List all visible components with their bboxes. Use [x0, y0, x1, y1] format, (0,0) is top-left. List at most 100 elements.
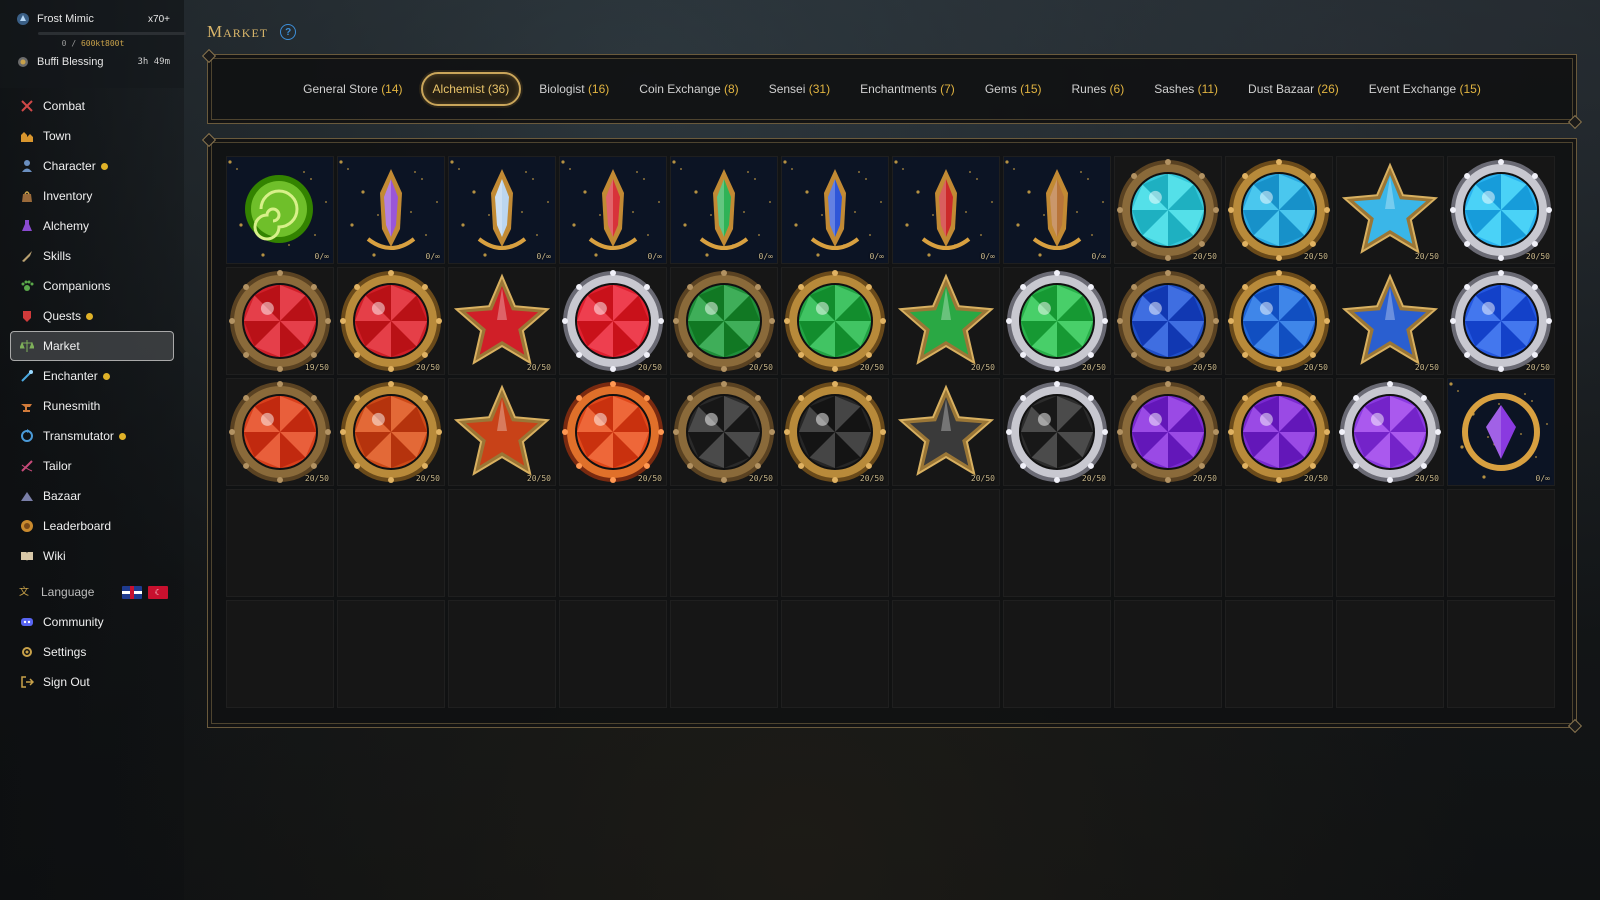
- empty-item-slot: [448, 600, 556, 708]
- tab-event-exchange[interactable]: Event Exchange (15): [1357, 72, 1493, 106]
- nav-label: Enchanter: [43, 369, 98, 383]
- tab-label: Sashes: [1154, 82, 1195, 96]
- tab-alchemist[interactable]: Alchemist (36): [420, 72, 522, 106]
- market-item-slot[interactable]: 20/50: [559, 378, 667, 486]
- nav-label: Language: [41, 585, 95, 599]
- flag-tr-icon[interactable]: ☾: [148, 585, 169, 599]
- market-item-slot[interactable]: 20/50: [1003, 378, 1111, 486]
- market-item-slot[interactable]: 20/50: [226, 378, 334, 486]
- nav-item-inventory[interactable]: Inventory: [10, 181, 174, 211]
- market-item-slot[interactable]: 20/50: [559, 267, 667, 375]
- nav-item-alchemy[interactable]: Alchemy: [10, 211, 174, 241]
- nav-item-market[interactable]: Market: [10, 331, 174, 361]
- flag-uk-icon[interactable]: [122, 585, 143, 599]
- nav-item-community[interactable]: Community: [10, 607, 174, 637]
- nav-label: Runesmith: [43, 399, 101, 413]
- market-item-slot[interactable]: 20/50: [1447, 267, 1555, 375]
- market-item-slot[interactable]: 20/50: [1114, 156, 1222, 264]
- tab-coin-exchange[interactable]: Coin Exchange (8): [627, 72, 750, 106]
- market-item-slot[interactable]: 20/50: [1003, 267, 1111, 375]
- market-item-slot[interactable]: 20/50: [670, 378, 778, 486]
- tab-gems[interactable]: Gems (15): [973, 72, 1054, 106]
- nav-item-bazaar[interactable]: Bazaar: [10, 481, 174, 511]
- market-item-slot[interactable]: 0/∞: [670, 156, 778, 264]
- pet-panel[interactable]: Frost Mimic x70+ 0 / 600kt800t Buffi Ble…: [0, 0, 186, 88]
- empty-item-slot: [1114, 489, 1222, 597]
- market-item-slot[interactable]: 20/50: [892, 267, 1000, 375]
- item-quantity: 20/50: [415, 474, 440, 483]
- tab-sashes[interactable]: Sashes (11): [1142, 72, 1230, 106]
- nav-item-character[interactable]: Character: [10, 151, 174, 181]
- notification-dot: [86, 312, 94, 320]
- item-quantity: 20/50: [970, 363, 995, 372]
- nav-item-quests[interactable]: Quests: [10, 301, 174, 331]
- nav-item-companions[interactable]: Companions: [10, 271, 174, 301]
- market-item-slot[interactable]: 0/∞: [892, 156, 1000, 264]
- market-item-slot[interactable]: 20/50: [448, 378, 556, 486]
- market-item-slot[interactable]: 20/50: [337, 378, 445, 486]
- nav-item-transmutator[interactable]: Transmutator: [10, 421, 174, 451]
- market-item-slot[interactable]: 20/50: [1447, 156, 1555, 264]
- nav-item-sign-out[interactable]: Sign Out: [10, 667, 174, 697]
- market-item-slot[interactable]: 0/∞: [337, 156, 445, 264]
- market-item-slot[interactable]: 20/50: [1114, 378, 1222, 486]
- nav-item-tailor[interactable]: Tailor: [10, 451, 174, 481]
- market-item-slot[interactable]: 0/∞: [781, 156, 889, 264]
- market-item-slot[interactable]: 20/50: [892, 378, 1000, 486]
- market-item-slot[interactable]: 20/50: [781, 267, 889, 375]
- empty-item-slot: [1447, 489, 1555, 597]
- item-quantity: 20/50: [526, 363, 551, 372]
- nav-item-combat[interactable]: Combat: [10, 91, 174, 121]
- market-item-slot[interactable]: 20/50: [1114, 267, 1222, 375]
- tab-enchantments[interactable]: Enchantments (7): [848, 72, 967, 106]
- market-item-slot[interactable]: 20/50: [1336, 378, 1444, 486]
- market-item-slot[interactable]: 20/50: [670, 267, 778, 375]
- empty-item-slot: [1003, 489, 1111, 597]
- tab-general-store[interactable]: General Store (14): [291, 72, 414, 106]
- nav-item-wiki[interactable]: Wiki: [10, 541, 174, 571]
- item-quantity: 0/∞: [425, 252, 440, 261]
- market-item-slot[interactable]: 0/∞: [1003, 156, 1111, 264]
- tab-biologist[interactable]: Biologist (16): [527, 72, 621, 106]
- market-item-slot[interactable]: 0/∞: [448, 156, 556, 264]
- item-quantity: 20/50: [1303, 474, 1328, 483]
- nav-item-town[interactable]: Town: [10, 121, 174, 151]
- nav-item-settings[interactable]: Settings: [10, 637, 174, 667]
- tab-label: Biologist: [539, 82, 585, 96]
- item-quantity: 0/∞: [980, 252, 995, 261]
- item-quantity: 20/50: [1414, 252, 1439, 261]
- market-item-slot[interactable]: 20/50: [1225, 378, 1333, 486]
- sign-out-icon: [19, 674, 35, 690]
- help-icon[interactable]: ?: [280, 24, 297, 40]
- empty-item-slot: [670, 489, 778, 597]
- market-item-slot[interactable]: 20/50: [1336, 267, 1444, 375]
- market-item-slot[interactable]: 0/∞: [559, 156, 667, 264]
- wand-icon: [19, 368, 35, 384]
- nav-item-leaderboard[interactable]: Leaderboard: [10, 511, 174, 541]
- tab-label: Dust Bazaar: [1248, 82, 1315, 96]
- book-icon: [19, 548, 35, 564]
- market-item-slot[interactable]: 20/50: [448, 267, 556, 375]
- empty-item-slot: [337, 600, 445, 708]
- market-items-panel: 0/∞ 0/∞ 0/∞ 0/∞ 0/∞ 0/∞ 0/∞ 0/∞ 20/50 20/50 20/50 2…: [207, 138, 1577, 728]
- tab-sensei[interactable]: Sensei (31): [757, 72, 842, 106]
- item-quantity: 20/50: [748, 363, 773, 372]
- nav-item-runesmith[interactable]: Runesmith: [10, 391, 174, 421]
- nav-item-language[interactable]: 文 Language ☾: [10, 577, 174, 607]
- market-item-slot[interactable]: 0/∞: [1447, 378, 1555, 486]
- item-quantity: 20/50: [637, 474, 662, 483]
- nav-item-enchanter[interactable]: Enchanter: [10, 361, 174, 391]
- market-item-slot[interactable]: 0/∞: [226, 156, 334, 264]
- nav-item-skills[interactable]: Skills: [10, 241, 174, 271]
- market-item-slot[interactable]: 20/50: [781, 378, 889, 486]
- market-item-slot[interactable]: 20/50: [1336, 156, 1444, 264]
- empty-item-slot: [1114, 600, 1222, 708]
- market-item-slot[interactable]: 20/50: [1225, 156, 1333, 264]
- tab-runes[interactable]: Runes (6): [1060, 72, 1137, 106]
- market-item-slot[interactable]: 19/50: [226, 267, 334, 375]
- market-item-slot[interactable]: 20/50: [337, 267, 445, 375]
- nav-label: Alchemy: [43, 219, 90, 233]
- market-item-slot[interactable]: 20/50: [1225, 267, 1333, 375]
- tab-dust-bazaar[interactable]: Dust Bazaar (26): [1236, 72, 1351, 106]
- item-quantity: 0/∞: [869, 252, 884, 261]
